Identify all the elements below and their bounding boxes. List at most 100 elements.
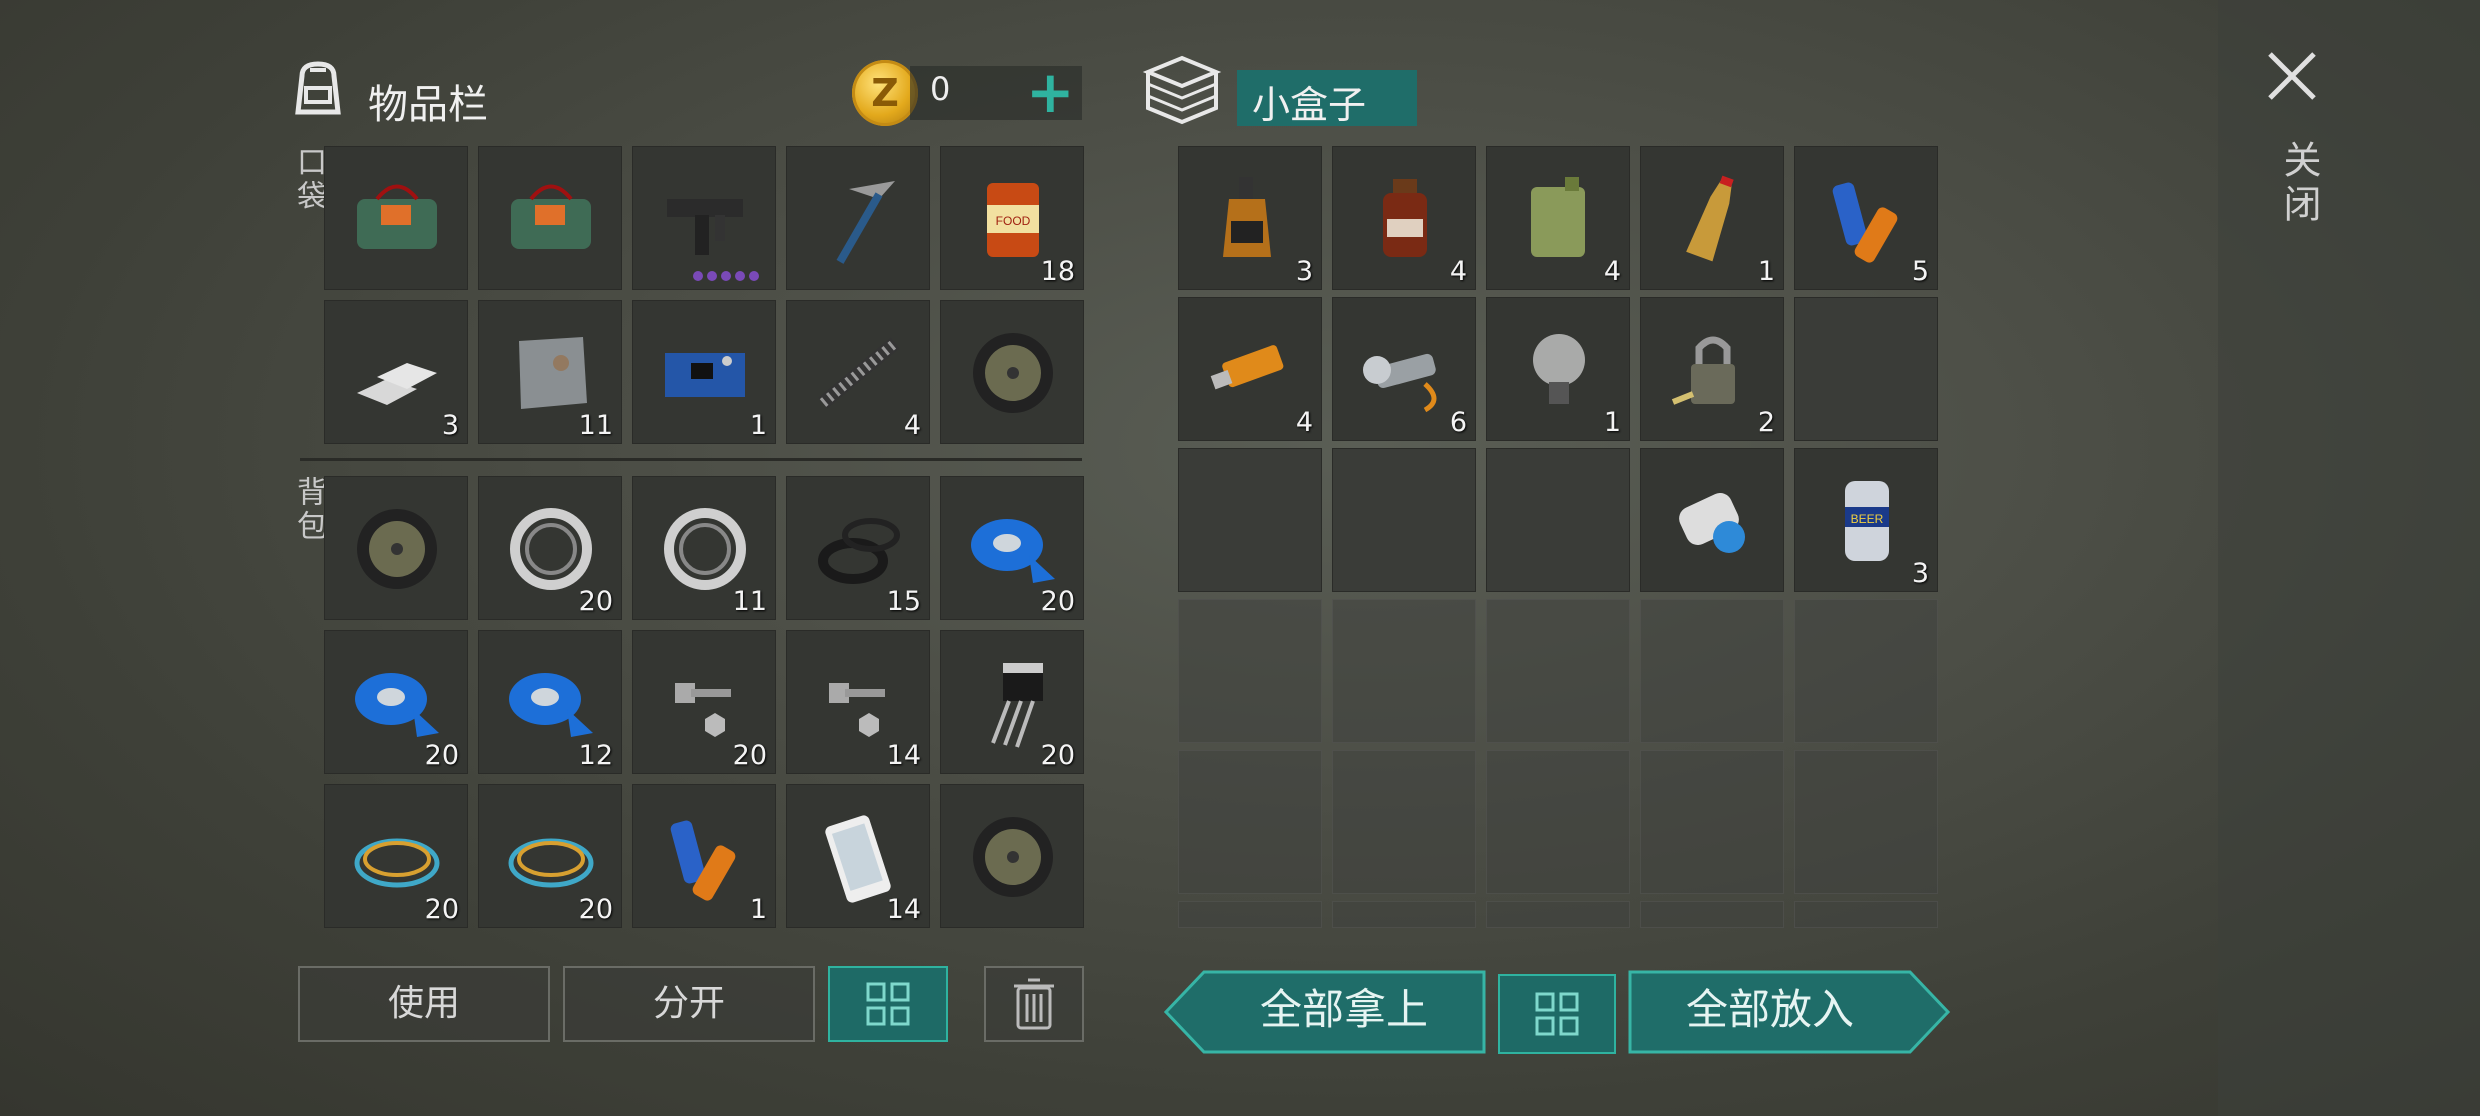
item-slot[interactable] xyxy=(1178,448,1322,592)
item-slot[interactable]: 20 xyxy=(478,784,622,928)
empty-slot[interactable] xyxy=(1332,599,1476,743)
item-slot[interactable]: 1 xyxy=(1640,146,1784,290)
item-slot[interactable]: 5 xyxy=(1794,146,1938,290)
close-label[interactable]: 关闭 xyxy=(2272,140,2327,228)
empty-slot[interactable] xyxy=(1486,599,1630,743)
explosive-pack-icon xyxy=(511,184,591,249)
item-slot[interactable] xyxy=(786,146,930,290)
item-slot[interactable]: 1 xyxy=(632,784,776,928)
item-quantity: 18 xyxy=(1040,256,1075,287)
item-quantity: 6 xyxy=(1449,407,1467,438)
item-slot[interactable]: 20 xyxy=(324,784,468,928)
item-quantity: 14 xyxy=(886,740,921,771)
item-slot[interactable]: 20 xyxy=(324,630,468,774)
pickaxe-icon xyxy=(836,181,895,264)
item-slot[interactable] xyxy=(940,784,1084,928)
item-slot[interactable]: BEER 3 xyxy=(1794,448,1938,592)
smartphone-icon xyxy=(825,815,891,903)
item-slot[interactable]: 14 xyxy=(786,784,930,928)
coin-icon: Z xyxy=(852,60,918,126)
item-slot[interactable] xyxy=(1794,297,1938,441)
padlock-icon xyxy=(1671,336,1735,405)
item-slot[interactable]: 14 xyxy=(786,630,930,774)
trash-button[interactable] xyxy=(984,966,1084,1042)
item-slot[interactable]: 3 xyxy=(1178,146,1322,290)
item-quantity: 4 xyxy=(1295,407,1313,438)
item-slot[interactable]: 4 xyxy=(1178,297,1322,441)
item-slot[interactable]: 4 xyxy=(1486,146,1630,290)
item-slot[interactable] xyxy=(632,146,776,290)
item-quantity: 12 xyxy=(578,740,613,771)
sort-box-button[interactable] xyxy=(1498,974,1616,1054)
close-icon[interactable] xyxy=(2264,48,2320,104)
item-slot[interactable] xyxy=(1332,448,1476,592)
empty-slot[interactable] xyxy=(1640,901,1784,928)
grid-icon xyxy=(866,982,910,1026)
item-quantity: 1 xyxy=(749,410,767,441)
rubber-seals-icon xyxy=(818,518,900,584)
item-slot[interactable] xyxy=(940,300,1084,444)
empty-slot[interactable] xyxy=(1640,599,1784,743)
item-slot[interactable]: 1 xyxy=(1486,297,1630,441)
item-slot[interactable]: 3 xyxy=(324,300,468,444)
light-bulb-icon xyxy=(1533,334,1585,404)
item-slot[interactable]: 12 xyxy=(478,630,622,774)
empty-slot[interactable] xyxy=(1640,750,1784,894)
backpack-icon xyxy=(295,61,341,115)
box-icon xyxy=(1142,55,1222,125)
empty-slot[interactable] xyxy=(1794,599,1938,743)
item-slot[interactable]: 15 xyxy=(786,476,930,620)
item-slot[interactable]: 20 xyxy=(632,630,776,774)
bolt-nut-icon xyxy=(675,683,731,737)
empty-slot[interactable] xyxy=(1332,901,1476,928)
empty-slot[interactable] xyxy=(1332,750,1476,894)
section-divider xyxy=(300,458,1082,461)
item-slot[interactable] xyxy=(324,146,468,290)
item-slot[interactable]: FOOD 18 xyxy=(940,146,1084,290)
item-quantity: 15 xyxy=(886,586,921,617)
item-slot[interactable]: 2 xyxy=(1640,297,1784,441)
bolt-nut-icon xyxy=(829,683,885,737)
item-slot[interactable] xyxy=(1640,448,1784,592)
wheel-icon xyxy=(973,817,1053,897)
bearing-icon xyxy=(510,508,592,590)
beer-can-icon: BEER xyxy=(1845,481,1889,561)
item-quantity: 20 xyxy=(424,894,459,925)
item-slot[interactable] xyxy=(478,146,622,290)
item-slot[interactable]: 11 xyxy=(632,476,776,620)
item-quantity: 1 xyxy=(1603,407,1621,438)
item-slot[interactable]: 6 xyxy=(1332,297,1476,441)
empty-slot[interactable] xyxy=(1178,599,1322,743)
add-coins-button[interactable]: + xyxy=(1026,62,1075,122)
coin-count: 0 xyxy=(930,70,951,108)
put-all-button[interactable]: 全部放入 xyxy=(1630,972,1910,1052)
item-quantity: 4 xyxy=(903,410,921,441)
item-slot[interactable]: 20 xyxy=(478,476,622,620)
item-slot[interactable] xyxy=(324,476,468,620)
empty-slot[interactable] xyxy=(1178,750,1322,894)
metal-plate-icon xyxy=(519,337,587,409)
split-button[interactable]: 分开 xyxy=(563,966,815,1042)
uzi-smg-icon xyxy=(667,199,743,255)
item-slot[interactable]: 11 xyxy=(478,300,622,444)
empty-slot[interactable] xyxy=(1486,750,1630,894)
item-quantity: 4 xyxy=(1603,256,1621,287)
flashlight-icon xyxy=(1363,353,1437,413)
sort-inventory-button[interactable] xyxy=(828,966,948,1042)
item-slot[interactable]: 20 xyxy=(940,476,1084,620)
item-slot[interactable]: 4 xyxy=(786,300,930,444)
item-slot[interactable]: 4 xyxy=(1332,146,1476,290)
item-quantity: 11 xyxy=(732,586,767,617)
soda-bottle-icon xyxy=(1686,175,1734,262)
item-slot[interactable]: 20 xyxy=(940,630,1084,774)
empty-slot[interactable] xyxy=(1794,750,1938,894)
empty-slot[interactable] xyxy=(1178,901,1322,928)
item-quantity: 3 xyxy=(1911,558,1929,589)
blueprint-scroll-icon xyxy=(1679,492,1745,553)
item-slot[interactable]: 1 xyxy=(632,300,776,444)
item-slot[interactable] xyxy=(1486,448,1630,592)
use-button[interactable]: 使用 xyxy=(298,966,550,1042)
take-all-button[interactable]: 全部拿上 xyxy=(1204,972,1484,1052)
empty-slot[interactable] xyxy=(1794,901,1938,928)
empty-slot[interactable] xyxy=(1486,901,1630,928)
